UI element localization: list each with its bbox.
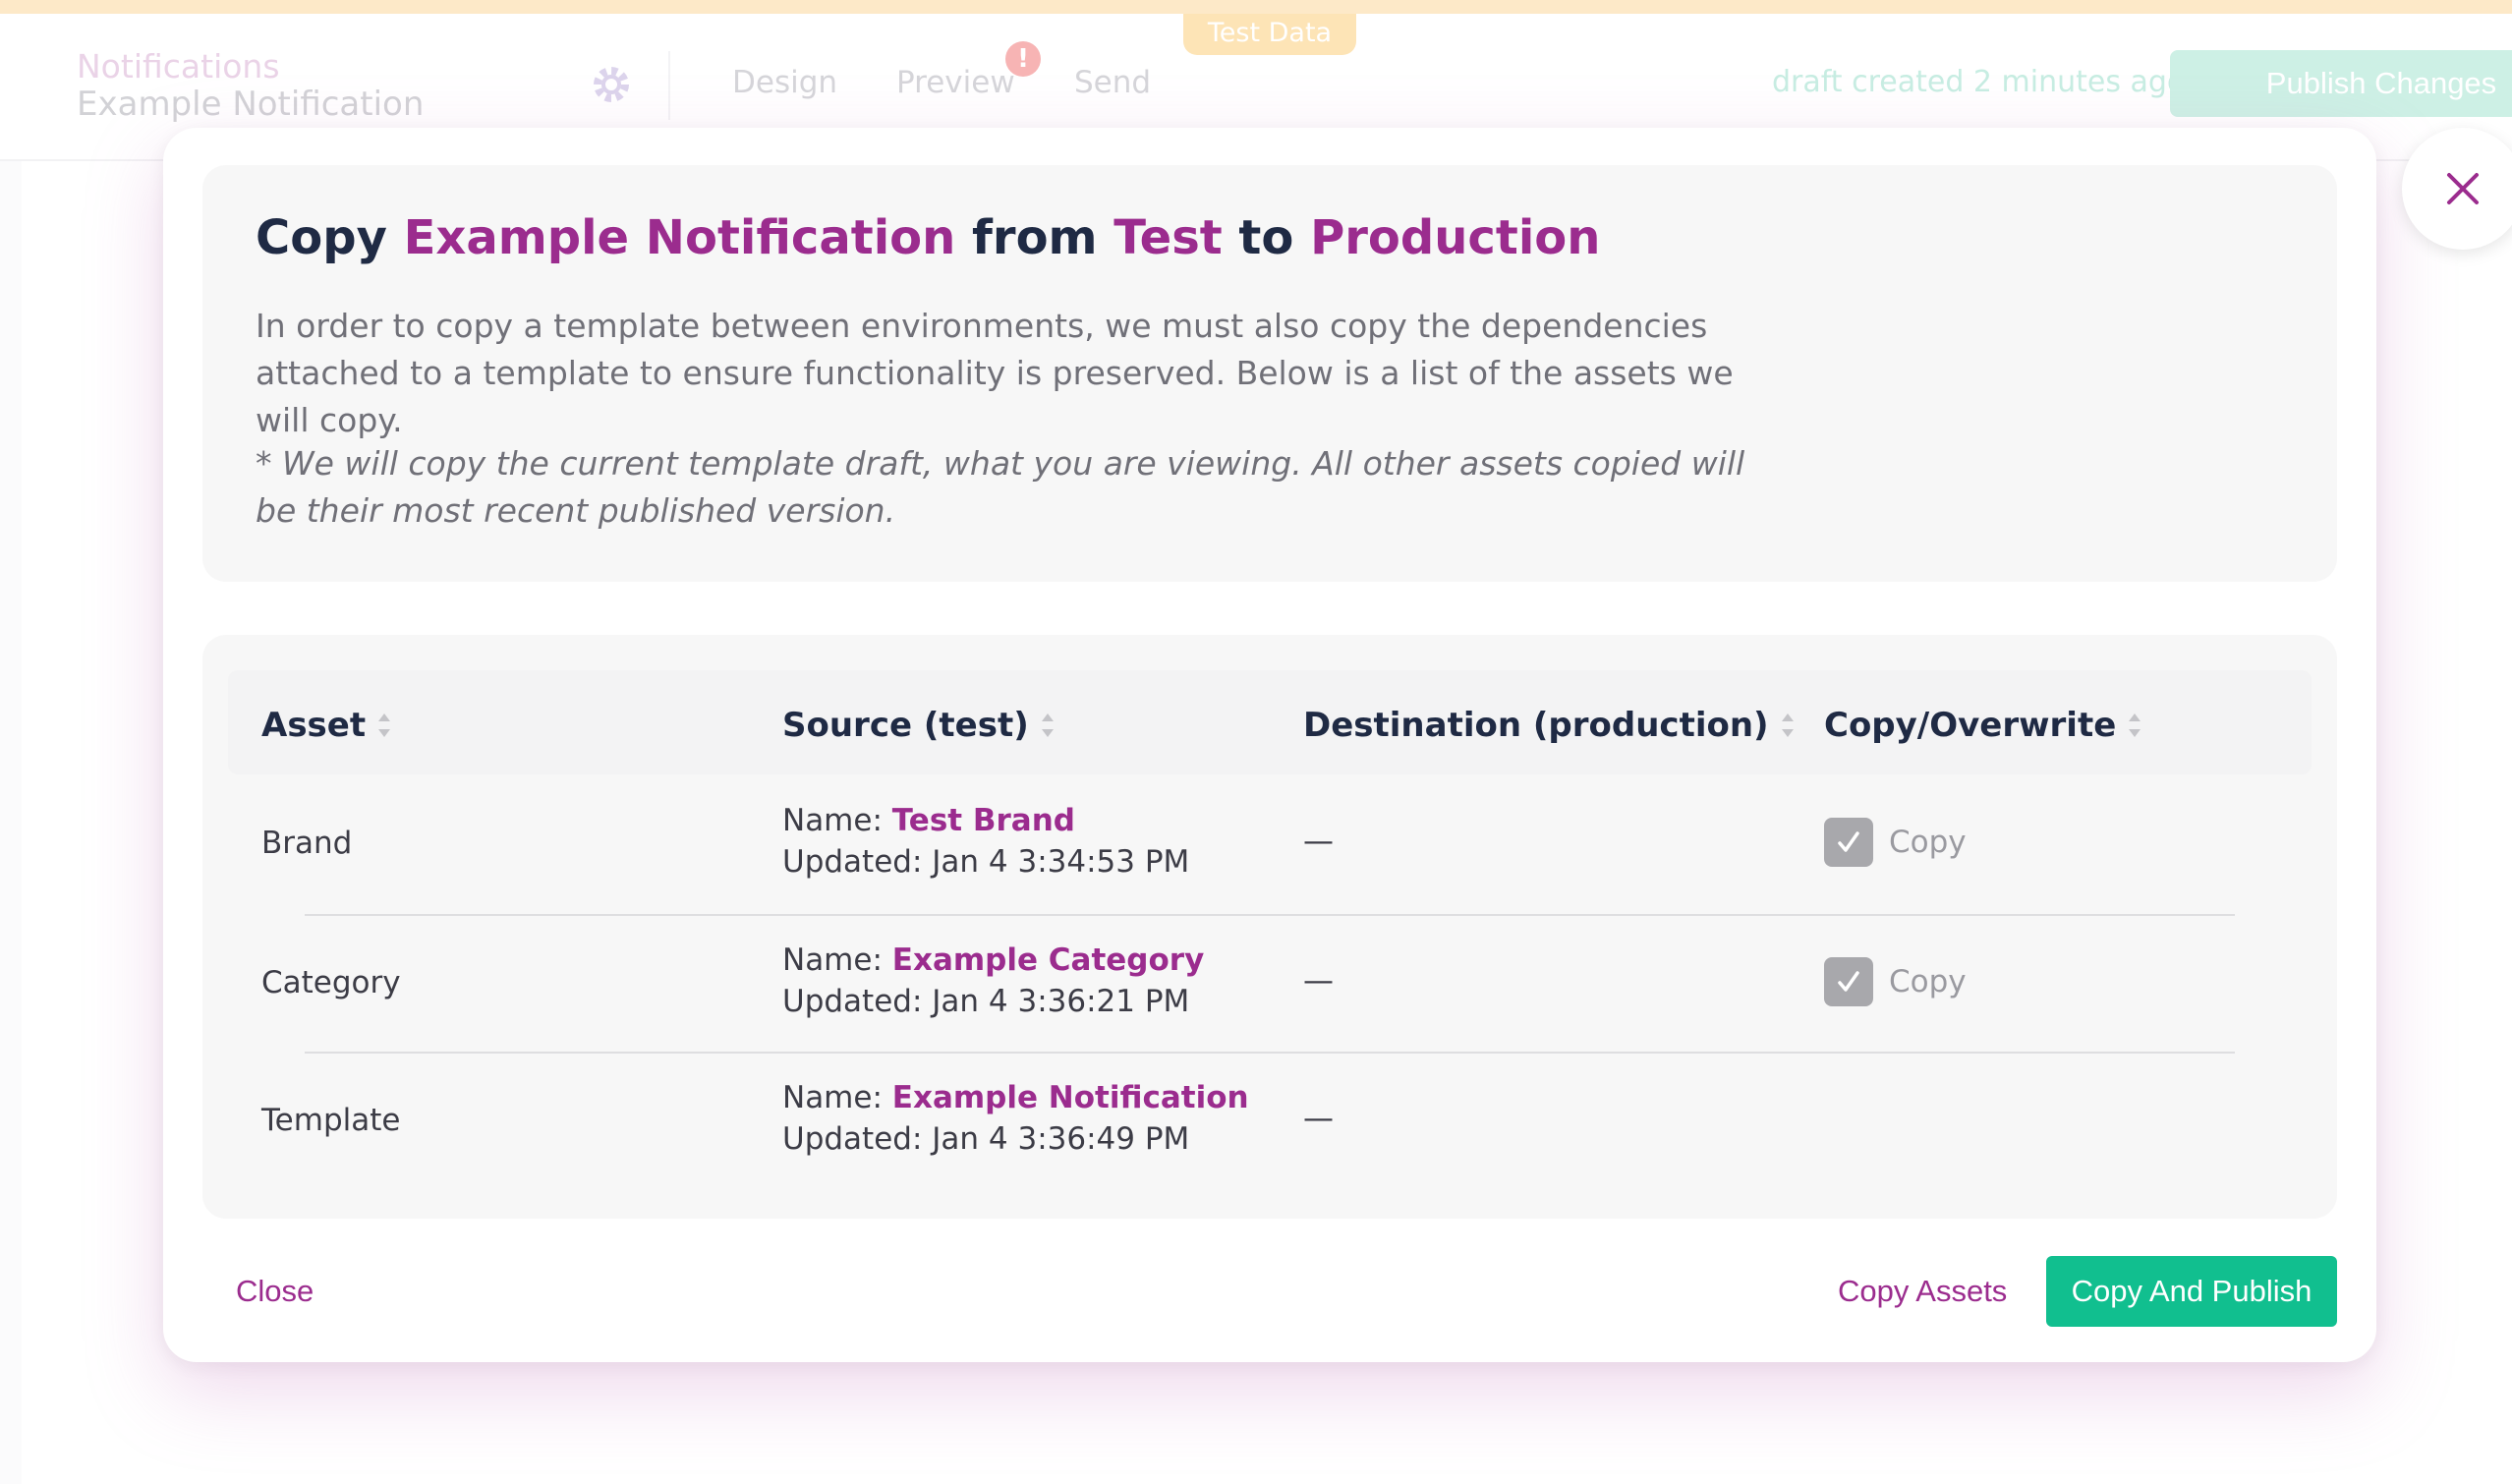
breadcrumb-root[interactable]: Notifications: [77, 47, 280, 86]
source-name: Test Brand: [891, 803, 1075, 838]
title-template-name: Example Notification: [403, 210, 956, 265]
sort-icon[interactable]: [375, 706, 393, 745]
asset-name: Category: [261, 965, 401, 1000]
column-header-source[interactable]: Source (test): [782, 706, 1056, 745]
copy-assets-button[interactable]: Copy Assets: [1838, 1274, 2007, 1309]
copy-and-publish-button[interactable]: Copy And Publish: [2046, 1256, 2337, 1327]
header-divider: [668, 51, 670, 120]
sort-icon[interactable]: [1779, 706, 1797, 745]
title-dest-env: Production: [1310, 210, 1601, 265]
breadcrumb-current: Example Notification: [77, 85, 425, 124]
asset-name: Brand: [261, 826, 353, 861]
test-data-strip: [0, 0, 2512, 14]
copy-environment-modal: Copy Example Notification from Test to P…: [163, 128, 2376, 1362]
source-name: Example Category: [891, 942, 1205, 978]
tab-preview[interactable]: Preview: [896, 65, 1015, 100]
column-header-label: Source (test): [782, 706, 1029, 745]
modal-title: Copy Example Notification from Test to P…: [256, 210, 1600, 265]
sort-icon[interactable]: [2126, 706, 2143, 745]
destination-cell: —: [1303, 824, 1334, 859]
name-prefix: Name:: [782, 942, 892, 978]
source-updated: Jan 4 3:34:53 PM: [932, 844, 1190, 880]
copy-toggle[interactable]: Copy: [1824, 957, 1967, 1006]
draft-status: draft created 2 minutes ago: [1772, 65, 2186, 99]
source-cell: Name: Example Notification Updated: Jan …: [782, 1077, 1249, 1160]
column-header-label: Copy/Overwrite: [1824, 706, 2117, 745]
title-part-copy: Copy: [256, 210, 404, 265]
checkbox-checked-icon[interactable]: [1824, 957, 1873, 1006]
note-text: * We will copy the current template draf…: [256, 444, 1745, 530]
copy-toggle[interactable]: Copy: [1824, 818, 1967, 867]
sort-icon[interactable]: [1039, 706, 1056, 745]
table-row: Template Name: Example Notification Upda…: [202, 1052, 2337, 1189]
checkbox-checked-icon[interactable]: [1824, 818, 1873, 867]
column-header-label: Asset: [261, 706, 367, 745]
source-cell: Name: Example Category Updated: Jan 4 3:…: [782, 940, 1204, 1022]
source-updated: Jan 4 3:36:49 PM: [932, 1121, 1190, 1157]
tab-design[interactable]: Design: [732, 65, 837, 100]
table-row: Category Name: Example Category Updated:…: [202, 914, 2337, 1052]
asset-name: Template: [261, 1103, 401, 1138]
test-data-tab[interactable]: Test Data: [1183, 14, 1356, 55]
assets-table: Asset Source (test) Destination (product…: [202, 635, 2337, 1219]
column-header-copy-overwrite[interactable]: Copy/Overwrite: [1824, 706, 2143, 745]
intro-text: In order to copy a template between envi…: [256, 307, 1734, 439]
title-part-to: to: [1222, 210, 1311, 265]
alert-badge-icon: !: [1005, 41, 1041, 77]
name-prefix: Name:: [782, 1080, 892, 1115]
intro-panel: Copy Example Notification from Test to P…: [202, 165, 2337, 582]
table-row: Brand Name: Test Brand Updated: Jan 4 3:…: [202, 774, 2337, 912]
tab-send[interactable]: Send: [1074, 65, 1151, 100]
copy-label: Copy: [1889, 825, 1967, 860]
source-name: Example Notification: [891, 1080, 1249, 1115]
destination-cell: —: [1303, 1101, 1334, 1136]
column-header-destination[interactable]: Destination (production): [1303, 706, 1797, 745]
source-cell: Name: Test Brand Updated: Jan 4 3:34:53 …: [782, 800, 1189, 883]
close-button[interactable]: Close: [236, 1274, 314, 1309]
column-header-asset[interactable]: Asset: [261, 706, 393, 745]
copy-label: Copy: [1889, 964, 1967, 999]
sidebar-edge: [0, 161, 22, 1484]
close-x-icon[interactable]: [2402, 128, 2512, 250]
publish-changes-button[interactable]: Publish Changes: [2170, 50, 2512, 117]
updated-prefix: Updated:: [782, 984, 933, 1019]
name-prefix: Name:: [782, 803, 892, 838]
updated-prefix: Updated:: [782, 844, 933, 880]
updated-prefix: Updated:: [782, 1121, 933, 1157]
table-header: Asset Source (test) Destination (product…: [228, 670, 2312, 774]
settings-gear-icon[interactable]: [590, 63, 633, 106]
title-source-env: Test: [1113, 210, 1223, 265]
column-header-label: Destination (production): [1303, 706, 1769, 745]
title-part-from: from: [955, 210, 1114, 265]
destination-cell: —: [1303, 963, 1334, 999]
source-updated: Jan 4 3:36:21 PM: [932, 984, 1190, 1019]
